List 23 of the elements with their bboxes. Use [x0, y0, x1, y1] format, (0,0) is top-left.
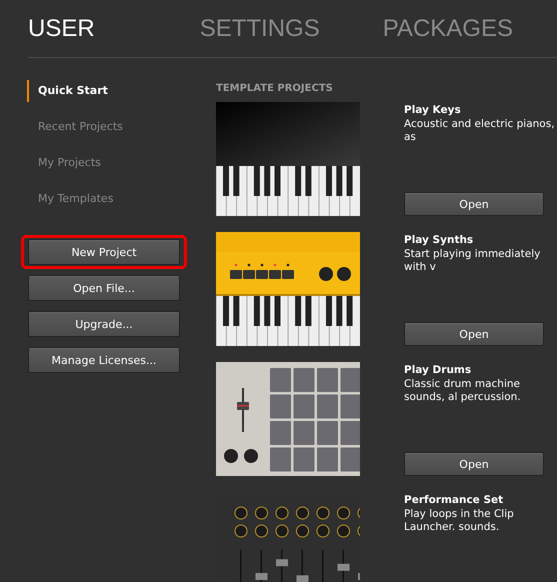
sidebar-button[interactable]: Upgrade...	[28, 311, 180, 337]
sidebar-button[interactable]: Manage Licenses...	[28, 347, 180, 373]
open-button[interactable]: Open	[404, 452, 544, 476]
tab[interactable]: SETTINGS	[200, 14, 320, 42]
template-title: Performance Set	[404, 494, 504, 506]
template-title: Play Keys	[404, 104, 462, 116]
sidebar-item[interactable]: My Projects	[27, 152, 188, 174]
sidebar-item[interactable]: My Templates	[27, 188, 188, 210]
sidebar-button[interactable]: New Project	[28, 239, 180, 265]
sidebar-item[interactable]: Recent Projects	[27, 116, 188, 138]
sidebar-item[interactable]: Quick Start	[27, 80, 188, 102]
template-description: Acoustic and electric pianos, as	[404, 118, 556, 144]
template-description: Play loops in the Clip Launcher. sounds.	[404, 508, 515, 534]
template-description: Classic drum machine sounds, al percussion.	[404, 378, 522, 404]
template-title: Play Drums	[404, 364, 472, 376]
section-title: TEMPLATE PROJECTS	[216, 83, 334, 94]
sidebar-button[interactable]: Open File...	[28, 275, 180, 301]
template-description: Start playing immediately with v	[404, 248, 542, 274]
tab[interactable]: PACKAGES	[382, 14, 513, 42]
open-button[interactable]: Open	[404, 192, 544, 216]
template-title: Play Synths	[404, 234, 474, 246]
tab[interactable]: USER	[28, 14, 95, 42]
open-button[interactable]: Open	[404, 322, 544, 346]
